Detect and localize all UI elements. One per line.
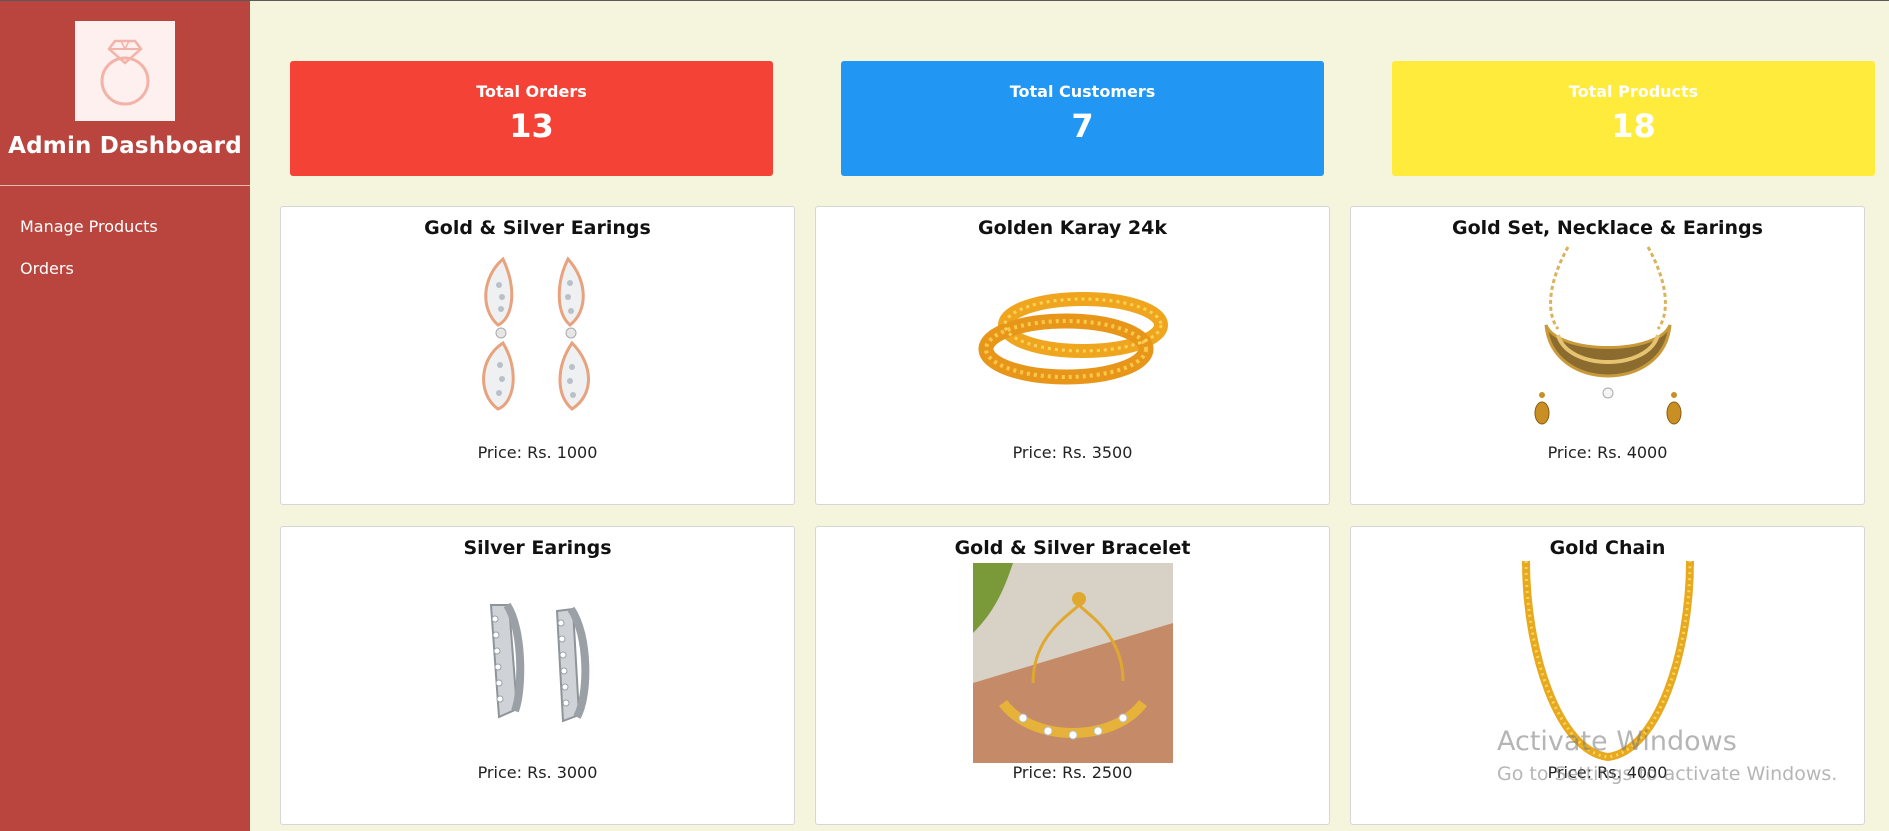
bangles-image: [978, 292, 1168, 385]
sidebar-divider: [0, 185, 250, 186]
stat-value: 18: [1611, 107, 1656, 145]
product-card[interactable]: Golden Karay 24k Price: Rs. 3500: [815, 206, 1330, 505]
bracelet-image: [972, 563, 1173, 763]
product-name: Gold & Silver Earings: [424, 217, 651, 239]
necklace-image: [1534, 246, 1681, 425]
window-top-border: [0, 0, 1889, 1]
sidebar-nav: Manage Products Orders: [20, 214, 158, 298]
sidebar: Admin Dashboard Manage Products Orders: [0, 1, 250, 831]
watermark-subtitle: Go to Settings to activate Windows.: [1497, 763, 1838, 785]
windows-activation-watermark: Activate Windows Go to Settings to activ…: [1497, 726, 1837, 785]
product-name: Gold Chain: [1549, 537, 1666, 559]
logo: [75, 21, 175, 121]
product-name: Silver Earings: [463, 537, 612, 559]
product-card[interactable]: Gold Set, Necklace & Earings Price: Rs. …: [1350, 206, 1865, 505]
sidebar-title: Admin Dashboard: [8, 133, 242, 159]
product-price: Price: Rs. 3000: [477, 763, 598, 782]
stat-total-orders: Total Orders 13: [290, 61, 773, 176]
stat-total-products: Total Products 18: [1392, 61, 1875, 176]
stat-label: Total Products: [1568, 82, 1699, 101]
stat-label: Total Customers: [1009, 82, 1156, 101]
product-card[interactable]: Gold & Silver Earings Price: Rs. 1000: [280, 206, 795, 505]
product-price: Price: Rs. 2500: [1012, 763, 1133, 782]
stat-label: Total Orders: [476, 82, 587, 101]
product-price: Price: Rs. 1000: [477, 443, 598, 462]
stat-value: 7: [1071, 107, 1094, 145]
product-name: Golden Karay 24k: [977, 217, 1168, 239]
silver-earrings-image: [489, 602, 589, 723]
stat-total-customers: Total Customers 7: [841, 61, 1324, 176]
product-price: Price: Rs. 4000: [1547, 443, 1668, 462]
product-card[interactable]: Silver Earings Price: Rs. 3000: [280, 526, 795, 825]
ring-icon: [100, 39, 150, 106]
earrings-image: [481, 256, 590, 411]
stat-value: 13: [509, 107, 554, 145]
product-price: Price: Rs. 3500: [1012, 443, 1133, 462]
product-card[interactable]: Gold & Silver Bracelet Price: Rs. 2500: [815, 526, 1330, 825]
nav-manage-products[interactable]: Manage Products: [20, 214, 158, 256]
product-name: Gold Set, Necklace & Earings: [1452, 217, 1763, 239]
watermark-title: Activate Windows: [1497, 726, 1737, 757]
product-name: Gold & Silver Bracelet: [954, 537, 1191, 559]
nav-orders[interactable]: Orders: [20, 256, 158, 298]
